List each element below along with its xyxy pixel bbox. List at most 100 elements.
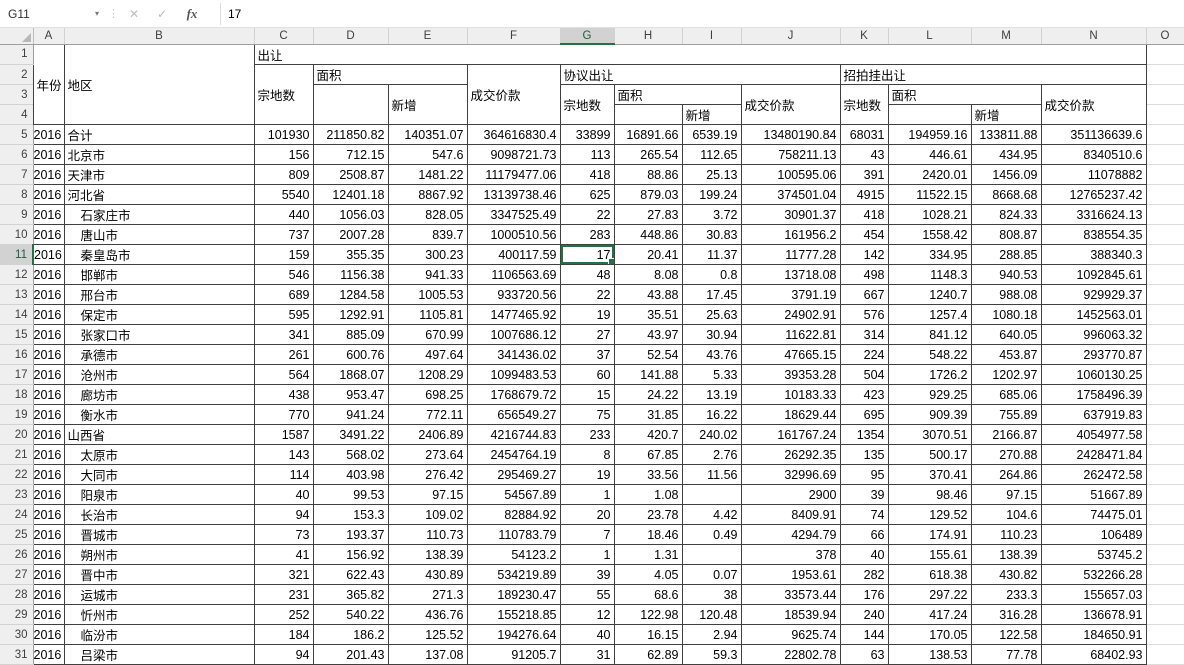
cell-E10[interactable]: 839.7	[387, 224, 468, 245]
cell-J12[interactable]: 13718.08	[740, 264, 841, 285]
grid-cell-O29[interactable]	[1146, 604, 1184, 625]
cell-B12[interactable]: 邯郸市	[63, 264, 255, 285]
cell-L28[interactable]: 297.22	[887, 584, 972, 605]
cell-E15[interactable]: 670.99	[387, 324, 468, 345]
cell-N25[interactable]: 106489	[1040, 524, 1147, 545]
cell-B30[interactable]: 临汾市	[63, 624, 255, 645]
cell-A31[interactable]: 2016	[32, 644, 65, 665]
grid-cell-O9[interactable]	[1146, 204, 1184, 225]
cell-G8[interactable]: 625	[559, 184, 615, 205]
cell-I22[interactable]: 11.56	[681, 464, 742, 485]
cell-M15[interactable]: 640.05	[970, 324, 1042, 345]
cell-B5[interactable]: 合计	[63, 124, 255, 145]
grid-cell-O25[interactable]	[1146, 524, 1184, 545]
grid-cell-O4[interactable]	[1146, 104, 1184, 125]
cell-B27[interactable]: 晋中市	[63, 564, 255, 585]
cell-D30[interactable]: 186.2	[312, 624, 389, 645]
cell-G26[interactable]: 1	[559, 544, 615, 565]
grid-cell-O30[interactable]	[1146, 624, 1184, 645]
cell-L19[interactable]: 909.39	[887, 404, 972, 425]
cell-J17[interactable]: 39353.28	[740, 364, 841, 385]
cell-H5[interactable]: 16891.66	[613, 124, 683, 145]
cell-J10[interactable]: 161956.2	[740, 224, 841, 245]
cell-D19[interactable]: 941.24	[312, 404, 389, 425]
grid-cell-O3[interactable]	[1146, 84, 1184, 105]
cell-C10[interactable]: 737	[253, 224, 314, 245]
cell-N27[interactable]: 532266.28	[1040, 564, 1147, 585]
cell-C20[interactable]: 1587	[253, 424, 314, 445]
cell-B29[interactable]: 忻州市	[63, 604, 255, 625]
column-header-F[interactable]: F	[467, 28, 561, 45]
cell-D28[interactable]: 365.82	[312, 584, 389, 605]
cell-M23[interactable]: 97.15	[970, 484, 1042, 505]
cell-L25[interactable]: 174.91	[887, 524, 972, 545]
cell-M31[interactable]: 77.78	[970, 644, 1042, 665]
cell-M29[interactable]: 316.28	[970, 604, 1042, 625]
cell-E14[interactable]: 1105.81	[387, 304, 468, 325]
cell-B26[interactable]: 朔州市	[63, 544, 255, 565]
header-cell-parcels[interactable]: 宗地数	[559, 84, 615, 125]
cell-L16[interactable]: 548.22	[887, 344, 972, 365]
cell-H12[interactable]: 8.08	[613, 264, 683, 285]
cell-E24[interactable]: 109.02	[387, 504, 468, 525]
grid-cell-O10[interactable]	[1146, 224, 1184, 245]
grid-cell-O23[interactable]	[1146, 484, 1184, 505]
cell-E26[interactable]: 138.39	[387, 544, 468, 565]
cell-A25[interactable]: 2016	[32, 524, 65, 545]
cell-M13[interactable]: 988.08	[970, 284, 1042, 305]
cell-J28[interactable]: 33573.44	[740, 584, 841, 605]
column-header-N[interactable]: N	[1041, 28, 1147, 45]
cell-D7[interactable]: 2508.87	[312, 164, 389, 185]
grid-cell-O16[interactable]	[1146, 344, 1184, 365]
cell-F5[interactable]: 364616830.4	[466, 124, 561, 145]
cell-N23[interactable]: 51667.89	[1040, 484, 1147, 505]
cell-H11[interactable]: 20.41	[613, 244, 683, 265]
cell-J11[interactable]: 11777.28	[740, 244, 841, 265]
cell-C9[interactable]: 440	[253, 204, 314, 225]
cell-G18[interactable]: 15	[559, 384, 615, 405]
cell-E30[interactable]: 125.52	[387, 624, 468, 645]
cancel-icon[interactable]: ✕	[120, 0, 148, 27]
column-header-I[interactable]: I	[682, 28, 742, 45]
cell-G20[interactable]: 233	[559, 424, 615, 445]
grid-cell-O31[interactable]	[1146, 644, 1184, 665]
column-header-C[interactable]: C	[254, 28, 314, 45]
cell-F22[interactable]: 295469.27	[466, 464, 561, 485]
cell-F20[interactable]: 4216744.83	[466, 424, 561, 445]
cell-M25[interactable]: 110.23	[970, 524, 1042, 545]
cell-J22[interactable]: 32996.69	[740, 464, 841, 485]
row-header-16[interactable]: 16	[0, 344, 34, 365]
cell-J14[interactable]: 24902.91	[740, 304, 841, 325]
cell-F26[interactable]: 54123.2	[466, 544, 561, 565]
cell-H25[interactable]: 18.46	[613, 524, 683, 545]
grid-cell-O19[interactable]	[1146, 404, 1184, 425]
cell-K12[interactable]: 498	[839, 264, 889, 285]
cell-J21[interactable]: 26292.35	[740, 444, 841, 465]
cell-A9[interactable]: 2016	[32, 204, 65, 225]
cell-H18[interactable]: 24.22	[613, 384, 683, 405]
cell-A15[interactable]: 2016	[32, 324, 65, 345]
cell-B11[interactable]: 秦皇岛市	[63, 244, 255, 265]
grid-cell-O5[interactable]	[1146, 124, 1184, 145]
header-cell-transfer[interactable]: 出让	[253, 43, 1147, 65]
cell-E28[interactable]: 271.3	[387, 584, 468, 605]
cell-C28[interactable]: 231	[253, 584, 314, 605]
cell-A6[interactable]: 2016	[32, 144, 65, 165]
cell-M7[interactable]: 1456.09	[970, 164, 1042, 185]
cell-M9[interactable]: 824.33	[970, 204, 1042, 225]
cell-D27[interactable]: 622.43	[312, 564, 389, 585]
name-box-dropdown-icon[interactable]: ▾	[88, 0, 106, 27]
header-cell-blank[interactable]	[312, 84, 389, 125]
cell-A8[interactable]: 2016	[32, 184, 65, 205]
row-header-1[interactable]: 1	[0, 44, 34, 65]
cell-E11[interactable]: 300.23	[387, 244, 468, 265]
cell-F29[interactable]: 155218.85	[466, 604, 561, 625]
cell-H16[interactable]: 52.54	[613, 344, 683, 365]
cell-D14[interactable]: 1292.91	[312, 304, 389, 325]
cell-E22[interactable]: 276.42	[387, 464, 468, 485]
column-header-H[interactable]: H	[614, 28, 683, 45]
grid-cell-O8[interactable]	[1146, 184, 1184, 205]
cell-M5[interactable]: 133811.88	[970, 124, 1042, 145]
column-header-M[interactable]: M	[971, 28, 1042, 45]
header-cell-price[interactable]: 成交价款	[1040, 84, 1147, 125]
